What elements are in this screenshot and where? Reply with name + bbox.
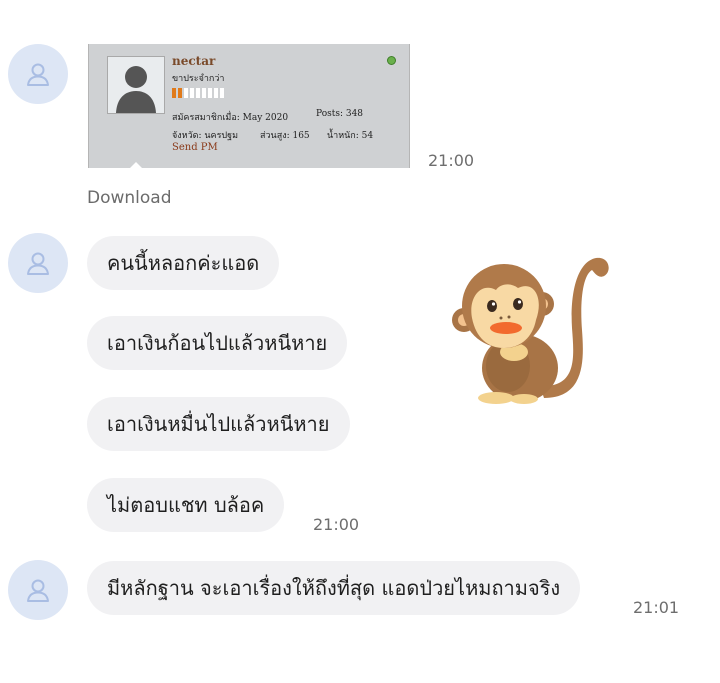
user-icon	[27, 63, 49, 86]
rank-bar	[172, 88, 228, 98]
monkey-sticker[interactable]	[448, 248, 612, 412]
card-location: จังหวัด: นครปฐม	[172, 131, 239, 141]
message-bubble[interactable]: มีหลักฐาน จะเอาเรื่องให้ถึงที่สุด แอดป่ว…	[87, 561, 581, 615]
message-bubble[interactable]: คนนี้หลอกค่ะแอด	[87, 236, 280, 290]
card-rank: ขาประจำกว่า	[172, 74, 225, 84]
message-bubble[interactable]: ไม่ตอบแชท บล้อค	[87, 478, 285, 532]
profile-photo	[107, 56, 165, 114]
card-weight: น้ำหนัก: 54	[327, 131, 374, 141]
card-posts: Posts: 348	[316, 109, 364, 119]
monkey-icon	[452, 257, 609, 404]
card-notch	[129, 162, 143, 169]
send-pm-link: Send PM	[172, 142, 218, 153]
message-time: 21:01	[633, 598, 680, 617]
sender-avatar[interactable]	[8, 233, 68, 293]
sender-avatar[interactable]	[8, 44, 68, 104]
sender-avatar[interactable]	[8, 560, 68, 620]
profile-card-image[interactable]: nectar ขาประจำกว่า สมัครสมาชิกเมื่อ: May…	[88, 44, 410, 169]
person-silhouette-icon	[116, 66, 156, 113]
card-height: ส่วนสูง: 165	[260, 131, 310, 141]
message-time: 21:00	[313, 515, 360, 534]
card-member-since: สมัครสมาชิกเมื่อ: May 2020	[172, 113, 289, 123]
user-icon	[27, 579, 49, 602]
message-time: 21:00	[428, 151, 475, 170]
online-indicator	[387, 56, 396, 65]
message-bubble[interactable]: เอาเงินก้อนไปแล้วหนีหาย	[87, 316, 348, 370]
message-bubble[interactable]: เอาเงินหมื่นไปแล้วหนีหาย	[87, 397, 350, 451]
download-link[interactable]: Download	[87, 188, 172, 208]
card-username: nectar	[172, 54, 216, 68]
user-icon	[27, 252, 49, 275]
